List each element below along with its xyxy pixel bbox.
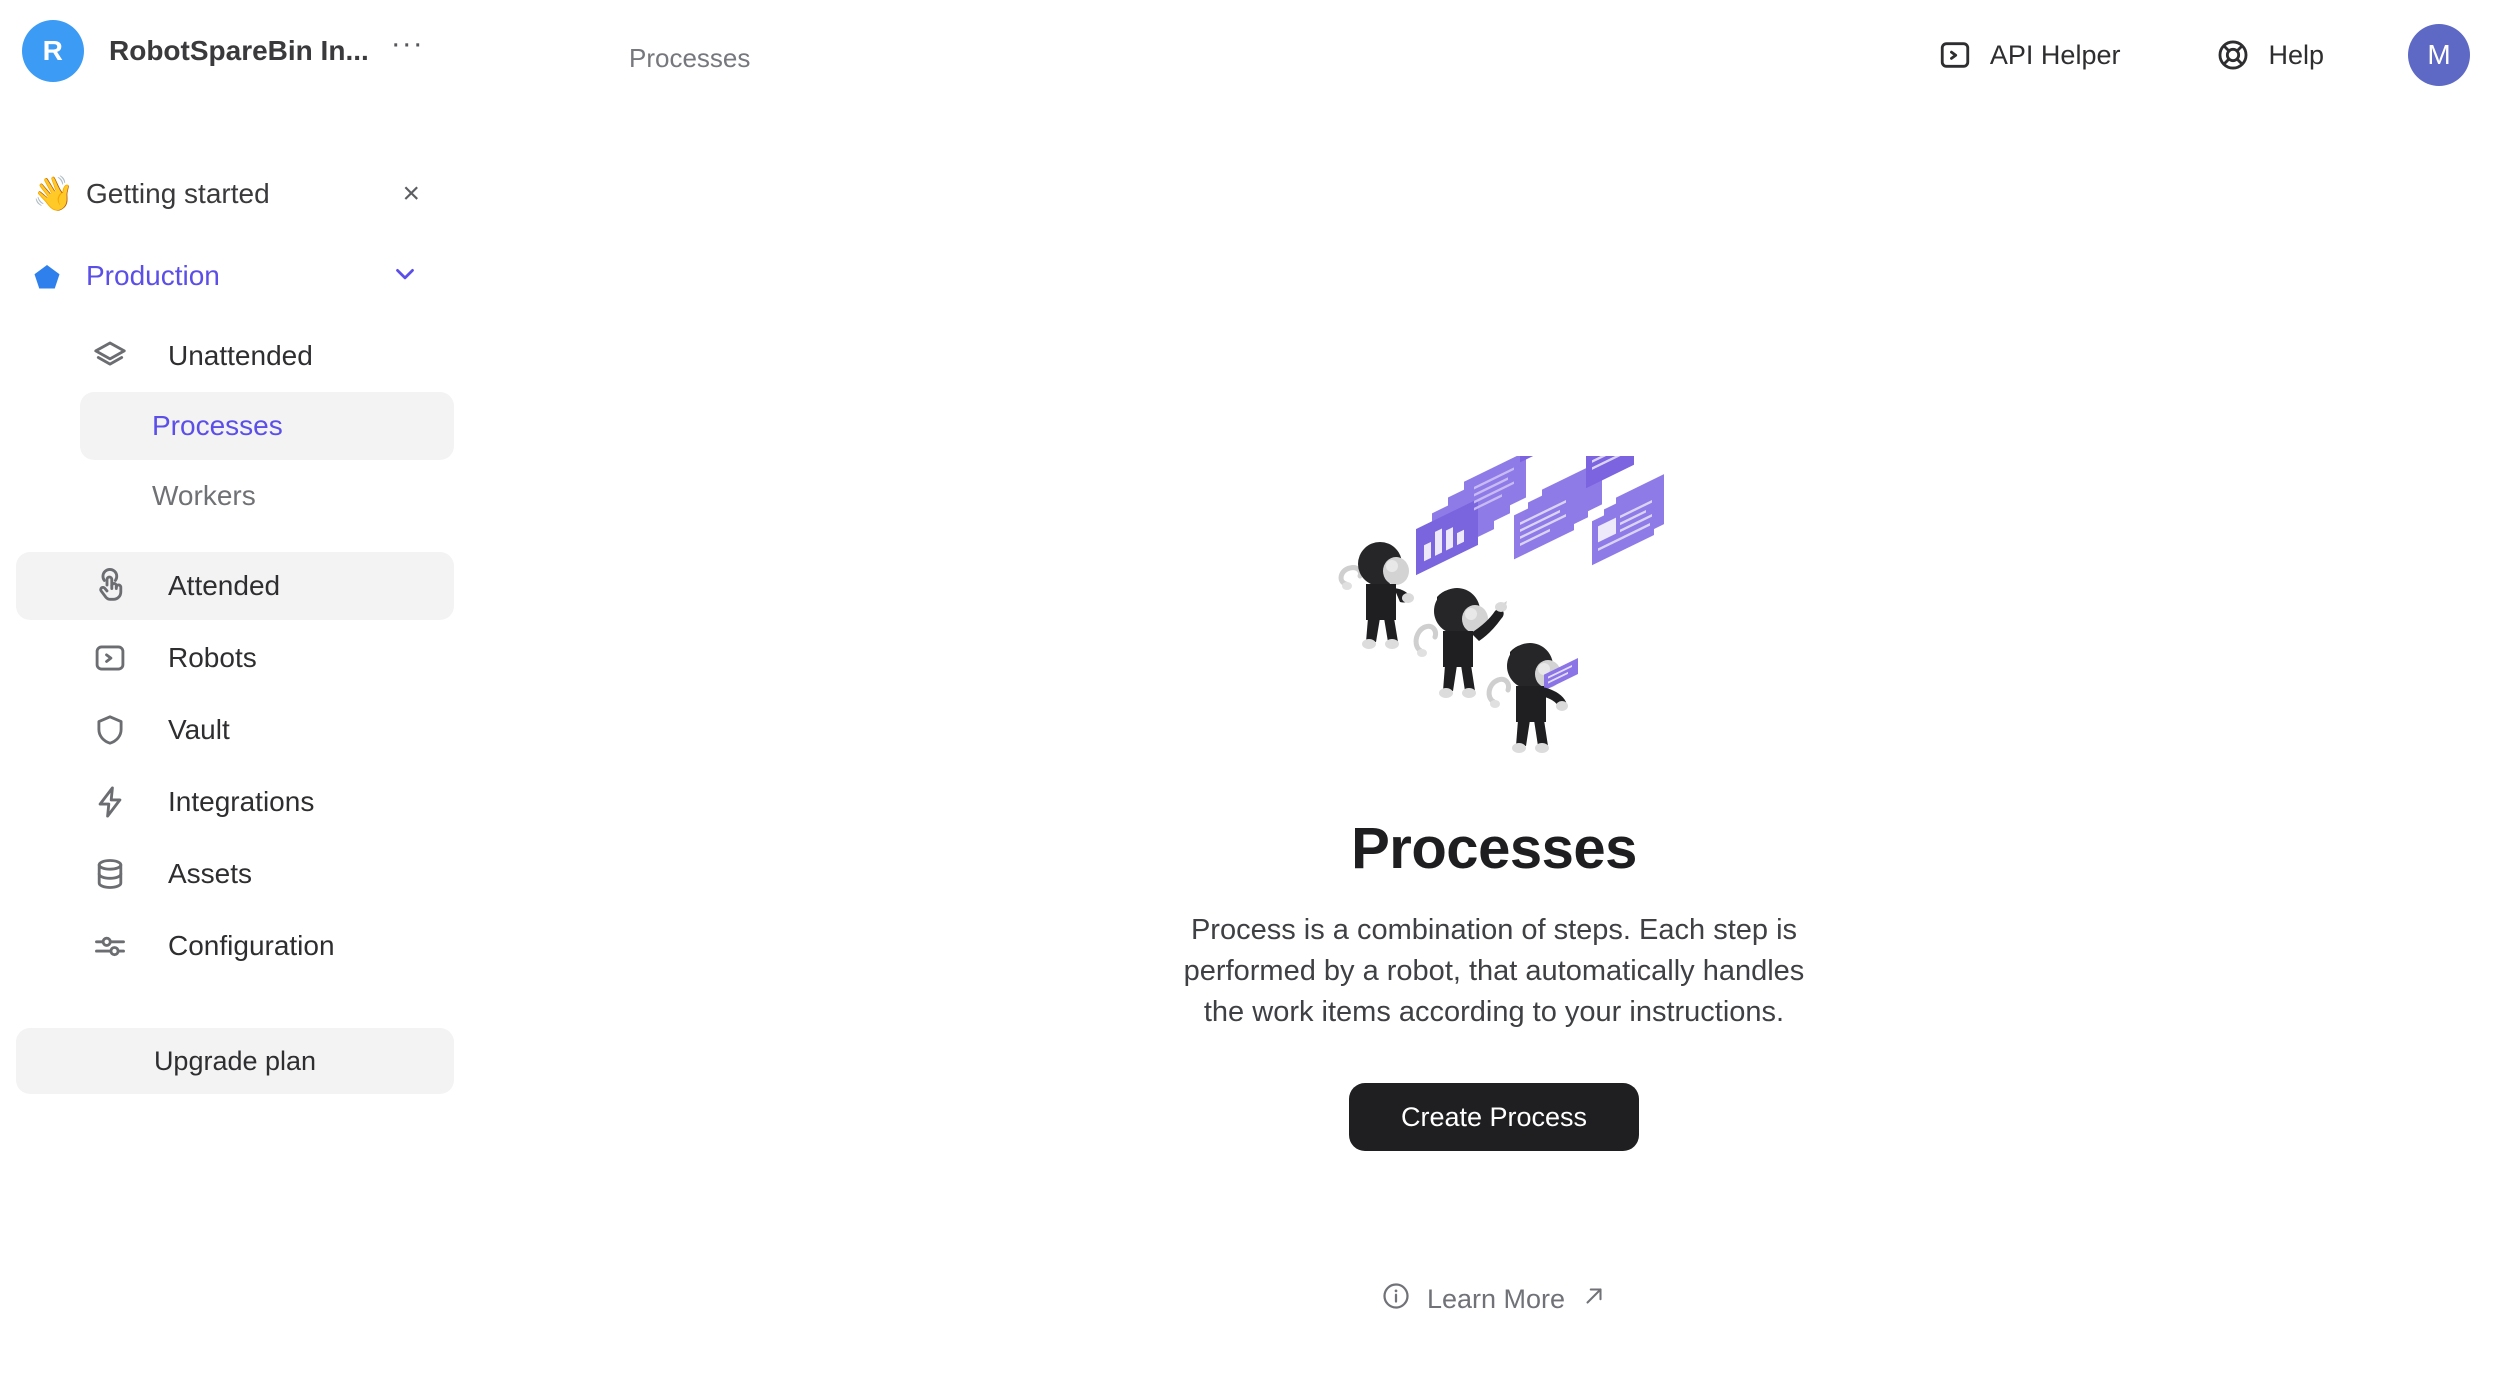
sidebar-item-unattended[interactable]: Unattended [16,322,454,390]
avatar[interactable]: M [2408,24,2470,86]
sidebar: 👋 Getting started × Production Unattende… [0,108,470,1396]
page-description: Process is a combination of steps. Each … [1183,914,1805,1028]
learn-more-link[interactable]: Learn More [1381,1281,1607,1318]
top-header: R RobotSpareBin In... ··· Processes API … [0,0,2518,108]
sidebar-item-label: Unattended [168,340,313,371]
lightning-icon [92,784,128,820]
sidebar-item-label: Vault [168,714,230,745]
api-helper-label: API Helper [1989,39,2121,70]
pentagon-icon [32,261,76,291]
header-actions: API Helper Help M [1842,24,2470,86]
breadcrumb: Processes [629,43,751,73]
sidebar-item-robots[interactable]: Robots [16,624,454,692]
waving-hand-icon: 👋 [32,175,75,213]
info-circle-icon [1381,1281,1411,1318]
robots-viewing-panels-illustration [1324,386,1666,771]
terminal-icon [92,640,128,676]
api-helper-button[interactable]: API Helper [1938,38,2121,72]
sidebar-item-label: Processes [152,410,283,441]
sidebar-item-processes[interactable]: Processes [80,392,454,460]
workspace-label: Production [86,260,220,291]
help-button[interactable]: Help [2216,38,2324,72]
upgrade-plan-container: Upgrade plan [16,1028,470,1094]
hand-tap-icon [92,568,128,604]
sidebar-item-assets[interactable]: Assets [16,840,454,908]
sidebar-item-label: Workers [152,480,256,511]
page-title: Processes [1351,816,1637,881]
sidebar-item-attended[interactable]: Attended [16,552,454,620]
create-process-button[interactable]: Create Process [1348,1083,1640,1151]
getting-started-label: Getting started [86,178,270,209]
shield-icon [92,712,128,748]
sidebar-item-label: Attended [168,570,281,601]
sidebar-workspace-production[interactable]: Production [32,248,438,304]
sidebar-item-workers[interactable]: Workers [80,462,454,530]
organization-name: RobotSpareBin In... [109,35,369,66]
sidebar-item-label: Integrations [168,786,315,817]
sidebar-item-label: Configuration [168,930,335,961]
layers-icon [92,338,128,374]
learn-more-label: Learn More [1426,1284,1566,1314]
close-icon[interactable]: × [402,179,420,209]
sliders-icon [92,928,128,964]
organization-avatar: R [22,20,84,82]
main-content: Processes Process is a combination of st… [470,108,2518,1396]
arrow-up-right-icon [1581,1283,1607,1316]
help-label: Help [2268,39,2324,70]
organization-more-menu-icon[interactable]: ··· [391,29,424,65]
sidebar-item-label: Robots [168,642,257,673]
database-icon [92,856,128,892]
sidebar-item-getting-started[interactable]: 👋 Getting started × [32,166,438,222]
sidebar-item-configuration[interactable]: Configuration [16,912,454,980]
sidebar-item-vault[interactable]: Vault [16,696,454,764]
chevron-down-icon[interactable] [390,259,420,294]
upgrade-plan-button[interactable]: Upgrade plan [16,1028,454,1094]
organization-switcher[interactable]: R RobotSpareBin In... ··· [22,20,424,82]
sidebar-item-integrations[interactable]: Integrations [16,768,454,836]
lifebuoy-icon [2216,38,2250,72]
sidebar-item-label: Assets [168,858,253,889]
terminal-icon [1938,38,1972,72]
